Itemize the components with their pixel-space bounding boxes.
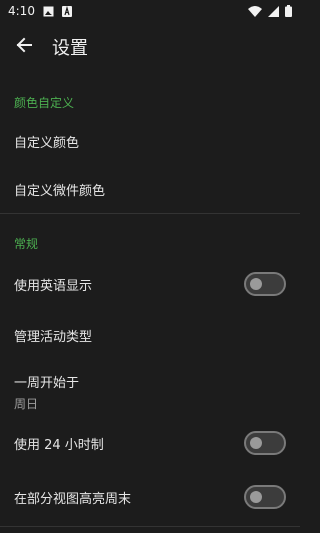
status-time: 4:10	[8, 4, 35, 18]
item-label: 自定义颜色	[14, 135, 80, 151]
image-icon	[43, 6, 54, 17]
item-label: 使用英语显示	[14, 278, 93, 294]
custom-widget-colors-item[interactable]: 自定义微件颜色	[0, 172, 300, 206]
section-header-general: 常规	[14, 237, 39, 251]
toggle-knob	[250, 437, 262, 449]
section-header-color: 颜色自定义	[14, 96, 75, 110]
page-title: 设置	[52, 38, 88, 59]
toggle-knob	[250, 491, 262, 503]
use-english-item[interactable]: 使用英语显示	[0, 266, 300, 302]
highlight-weekends-item[interactable]: 在部分视图高亮周末	[0, 479, 300, 515]
custom-colors-item[interactable]: 自定义颜色	[0, 124, 300, 158]
use-english-toggle[interactable]	[244, 272, 286, 296]
item-label: 使用 24 小时制	[14, 437, 104, 453]
item-value: 周日	[14, 397, 39, 411]
manage-activity-types-item[interactable]: 管理活动类型	[0, 318, 300, 352]
arrow-left-icon	[16, 37, 32, 57]
status-bar: 4:10	[0, 0, 300, 22]
signal-icon	[268, 5, 279, 17]
status-right	[248, 5, 292, 17]
a-badge-icon	[61, 5, 72, 17]
item-label: 在部分视图高亮周末	[14, 491, 132, 507]
battery-icon	[285, 5, 292, 17]
section-divider	[0, 213, 300, 214]
toggle-knob	[250, 278, 262, 290]
section-divider	[0, 526, 300, 527]
app-bar: 设置	[0, 22, 300, 72]
wifi-icon	[248, 5, 262, 17]
week-start-item[interactable]: 一周开始于 周日	[0, 368, 300, 412]
back-button[interactable]	[4, 27, 44, 67]
item-label: 自定义微件颜色	[14, 183, 106, 199]
item-label: 一周开始于	[14, 376, 80, 391]
use-24-hour-item[interactable]: 使用 24 小时制	[0, 425, 300, 461]
use-24-hour-toggle[interactable]	[244, 431, 286, 455]
item-label: 管理活动类型	[14, 329, 93, 345]
status-left: 4:10	[8, 4, 72, 18]
highlight-weekends-toggle[interactable]	[244, 485, 286, 509]
